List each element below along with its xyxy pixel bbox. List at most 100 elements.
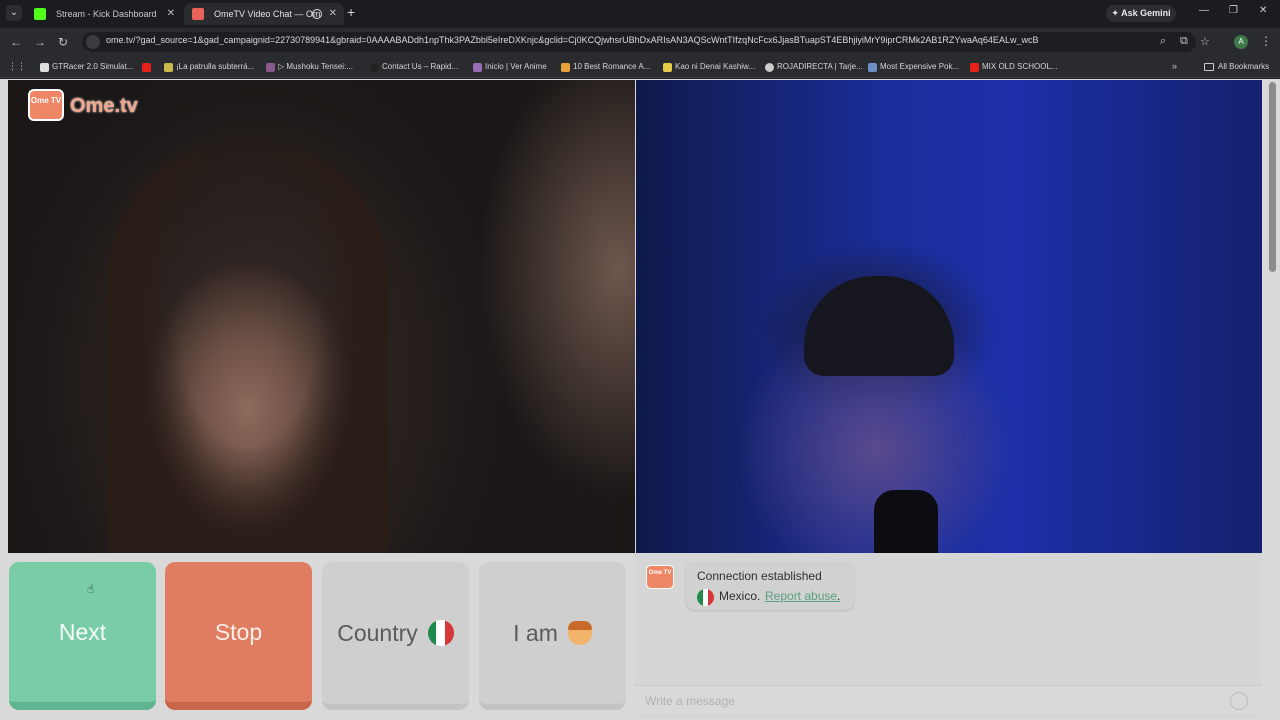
zoom-icon[interactable]: ⌕ — [1160, 35, 1166, 48]
bookmark-label: Contact Us – Rapid... — [382, 62, 459, 71]
forward-icon[interactable]: → — [34, 35, 46, 49]
bookmark-icon — [266, 63, 275, 72]
bookmark-icon — [40, 63, 49, 72]
youtube-icon — [142, 63, 151, 72]
tab-title: Stream - Kick Dashboard — [56, 9, 157, 19]
tab-search-icon[interactable]: ⌄ — [6, 5, 22, 21]
bookmark-item[interactable]: Contact Us – Rapid... — [370, 60, 458, 74]
mouse-cursor: ☝ — [87, 582, 95, 596]
bookmark-label: ▷ Mushoku Tensei:... — [278, 62, 353, 71]
apps-icon[interactable]: ⋮⋮ — [8, 61, 26, 72]
message-input[interactable]: Write a message — [634, 685, 1262, 715]
mexico-flag-icon — [697, 589, 714, 606]
tab-ometv[interactable]: OmeTV Video Chat — Om ✕ — [184, 3, 344, 25]
emoji-icon[interactable] — [1230, 692, 1248, 710]
boy-emoji-icon — [567, 621, 592, 645]
bookmark-icon — [164, 63, 173, 72]
bookmark-item[interactable]: 10 Best Romance A... — [561, 60, 650, 74]
stop-label: Stop — [214, 618, 263, 645]
chat-panel: Ome TV Connection established Mexico. Re… — [634, 553, 1262, 718]
youtube-icon — [970, 63, 979, 72]
profile-avatar[interactable]: A — [1234, 35, 1248, 49]
bookmark-item[interactable]: Inicio | Ver Anime — [473, 60, 547, 74]
close-icon[interactable]: ✕ — [329, 3, 337, 25]
report-abuse-link[interactable]: Report abuse. — [765, 589, 840, 603]
bookmark-label: Inicio | Ver Anime — [485, 62, 547, 71]
bookmark-label: 10 Best Romance A... — [573, 62, 651, 71]
microphone — [874, 490, 938, 553]
video-subject — [108, 140, 388, 553]
self-video — [636, 80, 1262, 553]
all-bookmarks-label: All Bookmarks — [1218, 62, 1270, 71]
tab-title: OmeTV Video Chat — Om — [214, 9, 321, 19]
bookmark-item[interactable]: GTRacer 2.0 Simulat... — [40, 60, 133, 74]
partner-video: Ome TV Ome.tv — [8, 80, 635, 553]
bookmark-icon — [370, 63, 379, 72]
ometv-page: Ome TV Ome.tv Next Stop Country I am ☝ O… — [0, 79, 1280, 720]
ometv-chat-icon: Ome TV — [646, 565, 674, 589]
youtube-bookmark[interactable] — [142, 60, 154, 74]
bookmark-item[interactable]: Kao ni Denai Kashiw... — [663, 60, 755, 74]
ometv-icon — [192, 8, 204, 20]
tab-kick-dashboard[interactable]: Stream - Kick Dashboard ✕ — [26, 3, 182, 25]
bookmark-icon — [868, 63, 877, 72]
bookmark-label: Most Expensive Pok... — [880, 62, 960, 71]
video-subject — [804, 276, 954, 376]
close-icon[interactable]: ✕ — [167, 3, 175, 25]
bookmark-label: MIX OLD SCHOOL... — [982, 62, 1058, 71]
report-abuse-suffix: . — [837, 589, 841, 603]
partner-country: Mexico. — [719, 589, 761, 603]
ometv-logo: Ome TV Ome.tv — [28, 89, 142, 123]
ask-gemini-label: Ask Gemini — [1121, 8, 1171, 18]
bookmarks-bar: ⋮⋮ GTRacer 2.0 Simulat... ¡La patrulla s… — [0, 56, 1280, 78]
mexico-flag-icon — [427, 620, 454, 646]
next-button[interactable]: Next — [9, 562, 156, 710]
gender-button[interactable]: I am — [479, 562, 626, 710]
next-label: Next — [58, 618, 107, 645]
stop-button[interactable]: Stop — [165, 562, 312, 710]
minimize-icon[interactable]: — — [1199, 5, 1209, 16]
page-scrollbar[interactable] — [1269, 82, 1276, 272]
system-message: Connection established Mexico. Report ab… — [686, 562, 854, 610]
bookmark-item[interactable]: ROJADIRECTA | Tarje... — [765, 60, 863, 74]
bookmark-item[interactable]: MIX OLD SCHOOL... — [970, 60, 1058, 74]
back-icon[interactable]: ← — [10, 35, 22, 49]
menu-icon[interactable]: ⋮ — [1260, 34, 1272, 48]
bookmark-label: Kao ni Denai Kashiw... — [675, 62, 756, 71]
bookmark-item[interactable]: Most Expensive Pok... — [868, 60, 959, 74]
navigation-bar: ← → ↻ ome.tv/?gad_source=1&gad_campaigni… — [0, 28, 1280, 56]
bookmark-icon — [663, 63, 672, 72]
tab-strip: ⌄ Stream - Kick Dashboard ✕ OmeTV Video … — [0, 0, 1280, 28]
bookmark-item[interactable]: ▷ Mushoku Tensei:... — [266, 60, 353, 74]
all-bookmarks-button[interactable]: All Bookmarks — [1204, 60, 1269, 74]
logo-tv-icon: Ome TV — [28, 89, 64, 121]
report-abuse-label: Report abuse — [765, 589, 838, 603]
logo-text: Ome.tv — [70, 95, 138, 117]
site-info-icon[interactable] — [86, 35, 100, 49]
bookmark-label: GTRacer 2.0 Simulat... — [52, 62, 134, 71]
folder-icon — [1204, 63, 1214, 71]
bookmark-label: ROJADIRECTA | Tarje... — [777, 62, 863, 71]
media-playing-icon[interactable] — [312, 9, 322, 19]
more-bookmarks-icon[interactable]: » — [1172, 61, 1177, 71]
install-icon[interactable]: ⧉ — [1180, 35, 1188, 48]
message-placeholder: Write a message — [645, 694, 735, 708]
new-tab-icon[interactable]: + — [347, 4, 355, 20]
connection-status: Connection established — [697, 569, 822, 583]
globe-icon — [765, 63, 774, 72]
close-window-icon[interactable]: ✕ — [1259, 5, 1267, 16]
url-text: ome.tv/?gad_source=1&gad_campaignid=2273… — [106, 35, 1039, 45]
country-label: Country — [337, 619, 418, 646]
kick-icon — [34, 8, 46, 20]
ask-gemini-button[interactable]: ✦ Ask Gemini — [1106, 5, 1176, 22]
country-button[interactable]: Country — [322, 562, 469, 710]
restore-icon[interactable]: ❐ — [1229, 5, 1238, 16]
address-bar[interactable]: ome.tv/?gad_source=1&gad_campaignid=2273… — [82, 32, 1210, 52]
bookmark-icon — [561, 63, 570, 72]
bookmark-item[interactable]: ¡La patrulla subterrá... — [164, 60, 254, 74]
gender-label: I am — [513, 619, 558, 646]
bookmark-star-icon[interactable]: ☆ — [1200, 35, 1210, 48]
bookmark-label: ¡La patrulla subterrá... — [176, 62, 255, 71]
bookmark-icon — [473, 63, 482, 72]
reload-icon[interactable]: ↻ — [58, 35, 68, 49]
